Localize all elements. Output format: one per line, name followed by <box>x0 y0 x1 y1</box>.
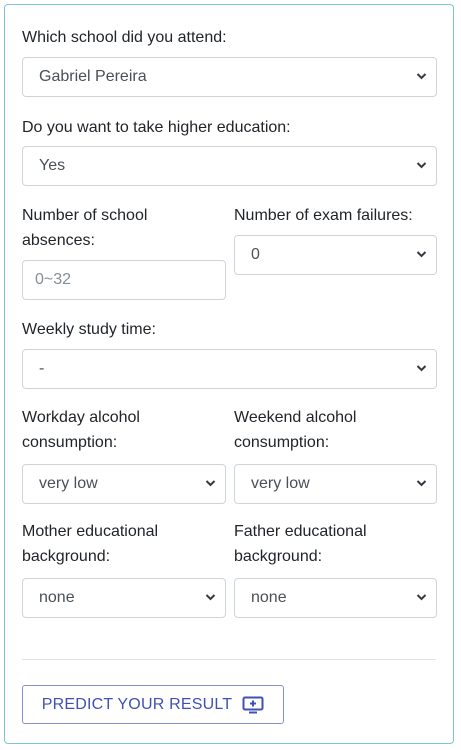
chevron-down-icon <box>416 162 427 169</box>
school-select[interactable]: Gabriel Pereira <box>22 57 437 97</box>
mother-education-select[interactable]: none <box>22 578 226 618</box>
failures-select[interactable]: 0 <box>234 235 437 275</box>
failures-label: Number of exam failures: <box>234 207 413 224</box>
chevron-down-icon <box>416 251 427 258</box>
father-education-label-line2: background: <box>234 548 323 565</box>
weekend-alcohol-label-line2: consumption: <box>234 434 330 451</box>
father-education-select[interactable]: none <box>234 578 437 618</box>
workday-alcohol-label-line2: consumption: <box>22 434 118 451</box>
school-label: Which school did you attend: <box>22 29 227 46</box>
absences-input[interactable] <box>22 260 226 300</box>
higher-education-select[interactable]: Yes <box>22 146 437 186</box>
higher-education-label: Do you want to take higher education: <box>22 119 291 136</box>
mother-education-label-line2: background: <box>22 548 111 565</box>
failures-select-value: 0 <box>251 246 260 263</box>
predict-result-button-label: PREDICT YOUR RESULT <box>41 695 233 713</box>
workday-alcohol-select[interactable]: very low <box>22 464 226 504</box>
mother-education-label-line1: Mother educational <box>22 523 159 540</box>
school-select-value: Gabriel Pereira <box>39 68 147 85</box>
study-time-select-value: - <box>39 360 45 377</box>
chevron-down-icon <box>205 480 216 487</box>
father-education-label-line1: Father educational <box>234 523 367 540</box>
father-education-select-value: none <box>251 589 287 606</box>
prediction-form-card: Which school did you attend: Gabriel Per… <box>4 4 454 744</box>
chevron-down-icon <box>416 73 427 80</box>
absences-label-line1: Number of school <box>22 207 148 224</box>
study-time-label: Weekly study time: <box>22 321 156 338</box>
weekend-alcohol-label: Weekend alcohol consumption: <box>234 405 356 455</box>
chevron-down-icon <box>416 594 427 601</box>
monitor-plus-icon <box>242 696 264 713</box>
weekend-alcohol-label-line1: Weekend alcohol <box>234 409 357 426</box>
mother-education-select-value: none <box>39 589 75 606</box>
mother-education-label: Mother educational background: <box>22 519 158 569</box>
workday-alcohol-label: Workday alcohol consumption: <box>22 405 140 455</box>
chevron-down-icon <box>205 594 216 601</box>
study-time-select[interactable]: - <box>22 349 437 389</box>
chevron-down-icon <box>416 365 427 372</box>
form-divider <box>22 659 436 660</box>
weekend-alcohol-select-value: very low <box>251 475 310 492</box>
workday-alcohol-select-value: very low <box>39 475 98 492</box>
absences-label: Number of school absences: <box>22 203 147 253</box>
chevron-down-icon <box>416 480 427 487</box>
father-education-label: Father educational background: <box>234 519 367 569</box>
predict-result-button[interactable]: PREDICT YOUR RESULT <box>22 685 284 724</box>
weekend-alcohol-select[interactable]: very low <box>234 464 437 504</box>
workday-alcohol-label-line1: Workday alcohol <box>22 409 140 426</box>
absences-label-line2: absences: <box>22 232 95 249</box>
higher-education-select-value: Yes <box>39 157 66 174</box>
